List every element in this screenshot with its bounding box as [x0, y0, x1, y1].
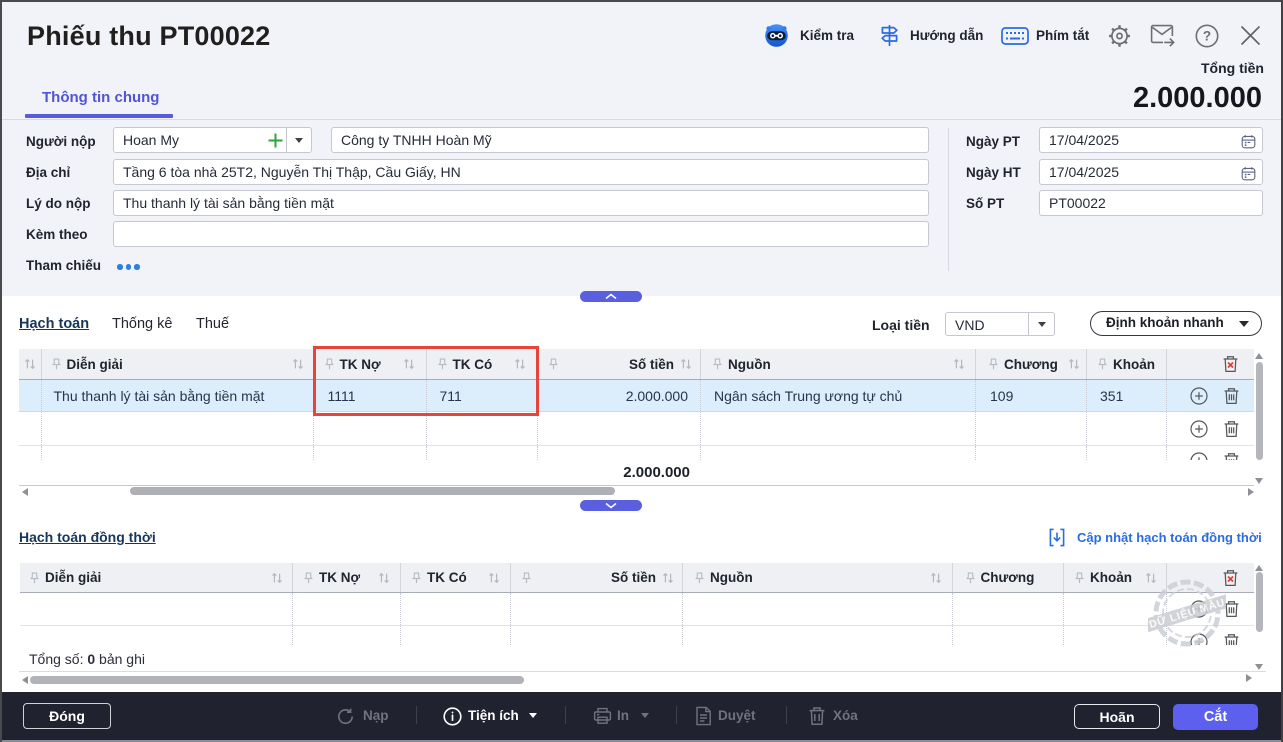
svg-text:?: ? — [1203, 29, 1211, 44]
